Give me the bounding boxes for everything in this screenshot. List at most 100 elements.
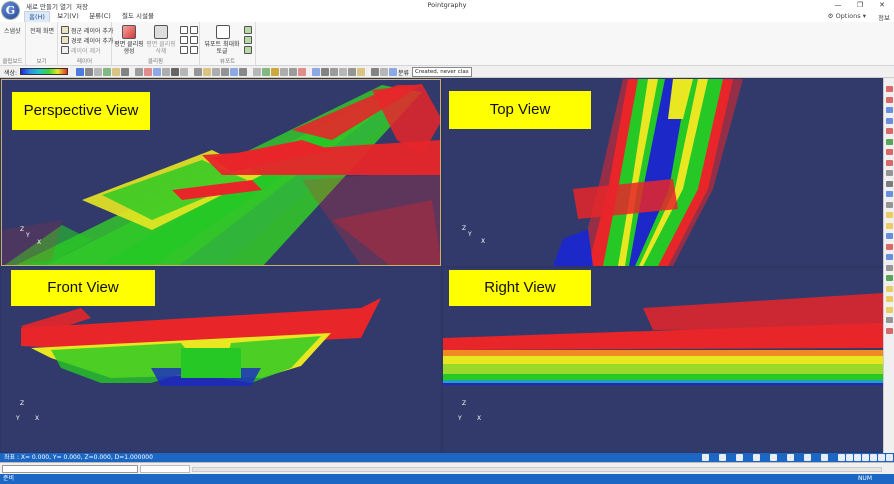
fullscreen-button[interactable]: 전체 화면 [30, 26, 54, 35]
clip-tool-icon-3[interactable] [180, 36, 188, 44]
maximize-button[interactable]: ❐ [848, 0, 872, 11]
toolbar-tool-icon[interactable] [389, 68, 397, 76]
side-tool-icon[interactable] [886, 96, 893, 103]
toolbar-tool-icon[interactable] [253, 68, 261, 76]
side-tool-icon[interactable] [886, 327, 893, 334]
side-tool-icon[interactable] [886, 107, 893, 113]
side-tool-icon[interactable] [886, 285, 893, 292]
status-toggle-icon[interactable] [804, 454, 811, 461]
tab-classify[interactable]: 분류(C) [86, 11, 114, 22]
status-toggle-icon[interactable] [862, 454, 869, 461]
side-tool-icon[interactable] [886, 264, 893, 271]
status-toggle-icon[interactable] [854, 454, 861, 461]
remove-layer-button[interactable]: 레이어 제거 [71, 46, 101, 55]
side-tool-icon[interactable] [886, 306, 893, 313]
toolbar-tool-icon[interactable] [298, 68, 306, 76]
side-tool-icon[interactable] [886, 296, 893, 302]
status-toggle-icon[interactable] [719, 454, 726, 461]
toolbar-tool-icon[interactable] [321, 68, 329, 76]
toolbar-tool-icon[interactable] [271, 68, 279, 76]
command-history-dropdown[interactable] [140, 465, 190, 473]
toolbar-tool-icon[interactable] [212, 68, 220, 76]
plane-clipping-delete-button[interactable]: 평면 클리핑 삭제 [146, 41, 176, 55]
options-menu[interactable]: ⚙ Options ▾ [828, 12, 866, 20]
toolbar-tool-icon[interactable] [289, 68, 297, 76]
side-tool-icon[interactable] [886, 159, 893, 166]
viewport-maximize-toggle-button[interactable]: 뷰포트 최대화 토글 [202, 41, 242, 55]
side-tool-icon[interactable] [886, 317, 893, 323]
add-pointcloud-layer-button[interactable]: 점군 레이어 추가 [71, 26, 113, 35]
toolbar-tool-icon[interactable] [280, 68, 288, 76]
toolbar-tool-icon[interactable] [348, 68, 356, 76]
viewport-layout-icon-2[interactable] [244, 36, 252, 44]
status-toggle-icon[interactable] [838, 454, 845, 461]
toolbar-tool-icon[interactable] [380, 68, 388, 76]
status-toggle-icon[interactable] [870, 454, 877, 461]
status-toggle-icon[interactable] [821, 454, 828, 461]
toolbar-tool-icon[interactable] [85, 68, 93, 76]
status-toggle-icon[interactable] [753, 454, 760, 461]
toolbar-tool-icon[interactable] [194, 68, 202, 76]
side-tool-icon[interactable] [886, 191, 893, 197]
side-tool-icon[interactable] [886, 243, 893, 250]
clip-tool-icon-4[interactable] [190, 36, 198, 44]
toolbar-tool-icon[interactable] [153, 68, 161, 76]
toolbar-tool-icon[interactable] [330, 68, 338, 76]
status-toggle-icon[interactable] [787, 454, 794, 461]
side-tool-icon[interactable] [886, 275, 893, 281]
status-toggle-icon[interactable] [878, 454, 885, 461]
toolbar-tool-icon[interactable] [112, 68, 120, 76]
side-tool-icon[interactable] [886, 233, 893, 239]
clip-tool-icon-1[interactable] [180, 26, 188, 34]
toolbar-tool-icon[interactable] [203, 68, 211, 76]
toolbar-tool-icon[interactable] [239, 68, 247, 76]
side-tool-icon[interactable] [886, 254, 893, 260]
color-ramp-selector[interactable] [20, 68, 68, 75]
horizontal-scrollbar[interactable] [192, 467, 882, 472]
minimize-button[interactable]: — [826, 0, 850, 11]
toolbar-tool-icon[interactable] [339, 68, 347, 76]
side-tool-icon[interactable] [886, 138, 893, 145]
about-button[interactable]: 정보 [878, 12, 890, 22]
snapshot-button[interactable]: 스냅샷 [4, 26, 21, 35]
toolbar-tool-icon[interactable] [144, 68, 152, 76]
right-viewport[interactable]: Right View Z Y X [443, 268, 883, 452]
toolbar-tool-icon[interactable] [171, 68, 179, 76]
add-path-layer-button[interactable]: 경로 레이어 추가 [71, 36, 113, 45]
side-tool-icon[interactable] [886, 222, 893, 229]
front-viewport[interactable]: Front View Z Y X [1, 268, 441, 452]
app-logo-icon[interactable]: G [2, 2, 19, 19]
toolbar-tool-icon[interactable] [357, 68, 365, 76]
close-button[interactable]: ✕ [870, 0, 894, 11]
side-tool-icon[interactable] [886, 180, 893, 187]
clip-tool-icon-5[interactable] [180, 46, 188, 54]
toolbar-tool-icon[interactable] [221, 68, 229, 76]
toolbar-tool-icon[interactable] [103, 68, 111, 76]
side-tool-icon[interactable] [886, 201, 893, 208]
toolbar-tool-icon[interactable] [121, 68, 129, 76]
status-toggle-icon[interactable] [846, 454, 853, 461]
status-toggle-icon[interactable] [770, 454, 777, 461]
status-toggle-icon[interactable] [886, 454, 893, 461]
class-dropdown[interactable]: Created, never clas [412, 67, 472, 77]
plane-clipping-create-button[interactable]: 평면 클리핑 생성 [114, 41, 144, 55]
status-toggle-icon[interactable] [702, 454, 709, 461]
toolbar-tool-icon[interactable] [162, 68, 170, 76]
top-viewport[interactable]: Top View Z Y X [443, 79, 883, 266]
toolbar-tool-icon[interactable] [94, 68, 102, 76]
side-tool-icon[interactable] [886, 149, 893, 155]
side-tool-icon[interactable] [886, 170, 893, 176]
clip-tool-icon-2[interactable] [190, 26, 198, 34]
toolbar-tool-icon[interactable] [76, 68, 84, 76]
toolbar-tool-icon[interactable] [371, 68, 379, 76]
side-tool-icon[interactable] [886, 212, 893, 218]
toolbar-tool-icon[interactable] [262, 68, 270, 76]
viewport-layout-icon-1[interactable] [244, 26, 252, 34]
toolbar-tool-icon[interactable] [135, 68, 143, 76]
perspective-viewport[interactable]: Perspective View Z Y X [1, 79, 441, 266]
clip-tool-icon-6[interactable] [190, 46, 198, 54]
side-tool-icon[interactable] [886, 86, 893, 92]
command-input[interactable] [2, 465, 138, 473]
side-tool-icon[interactable] [886, 117, 893, 124]
toolbar-tool-icon[interactable] [180, 68, 188, 76]
